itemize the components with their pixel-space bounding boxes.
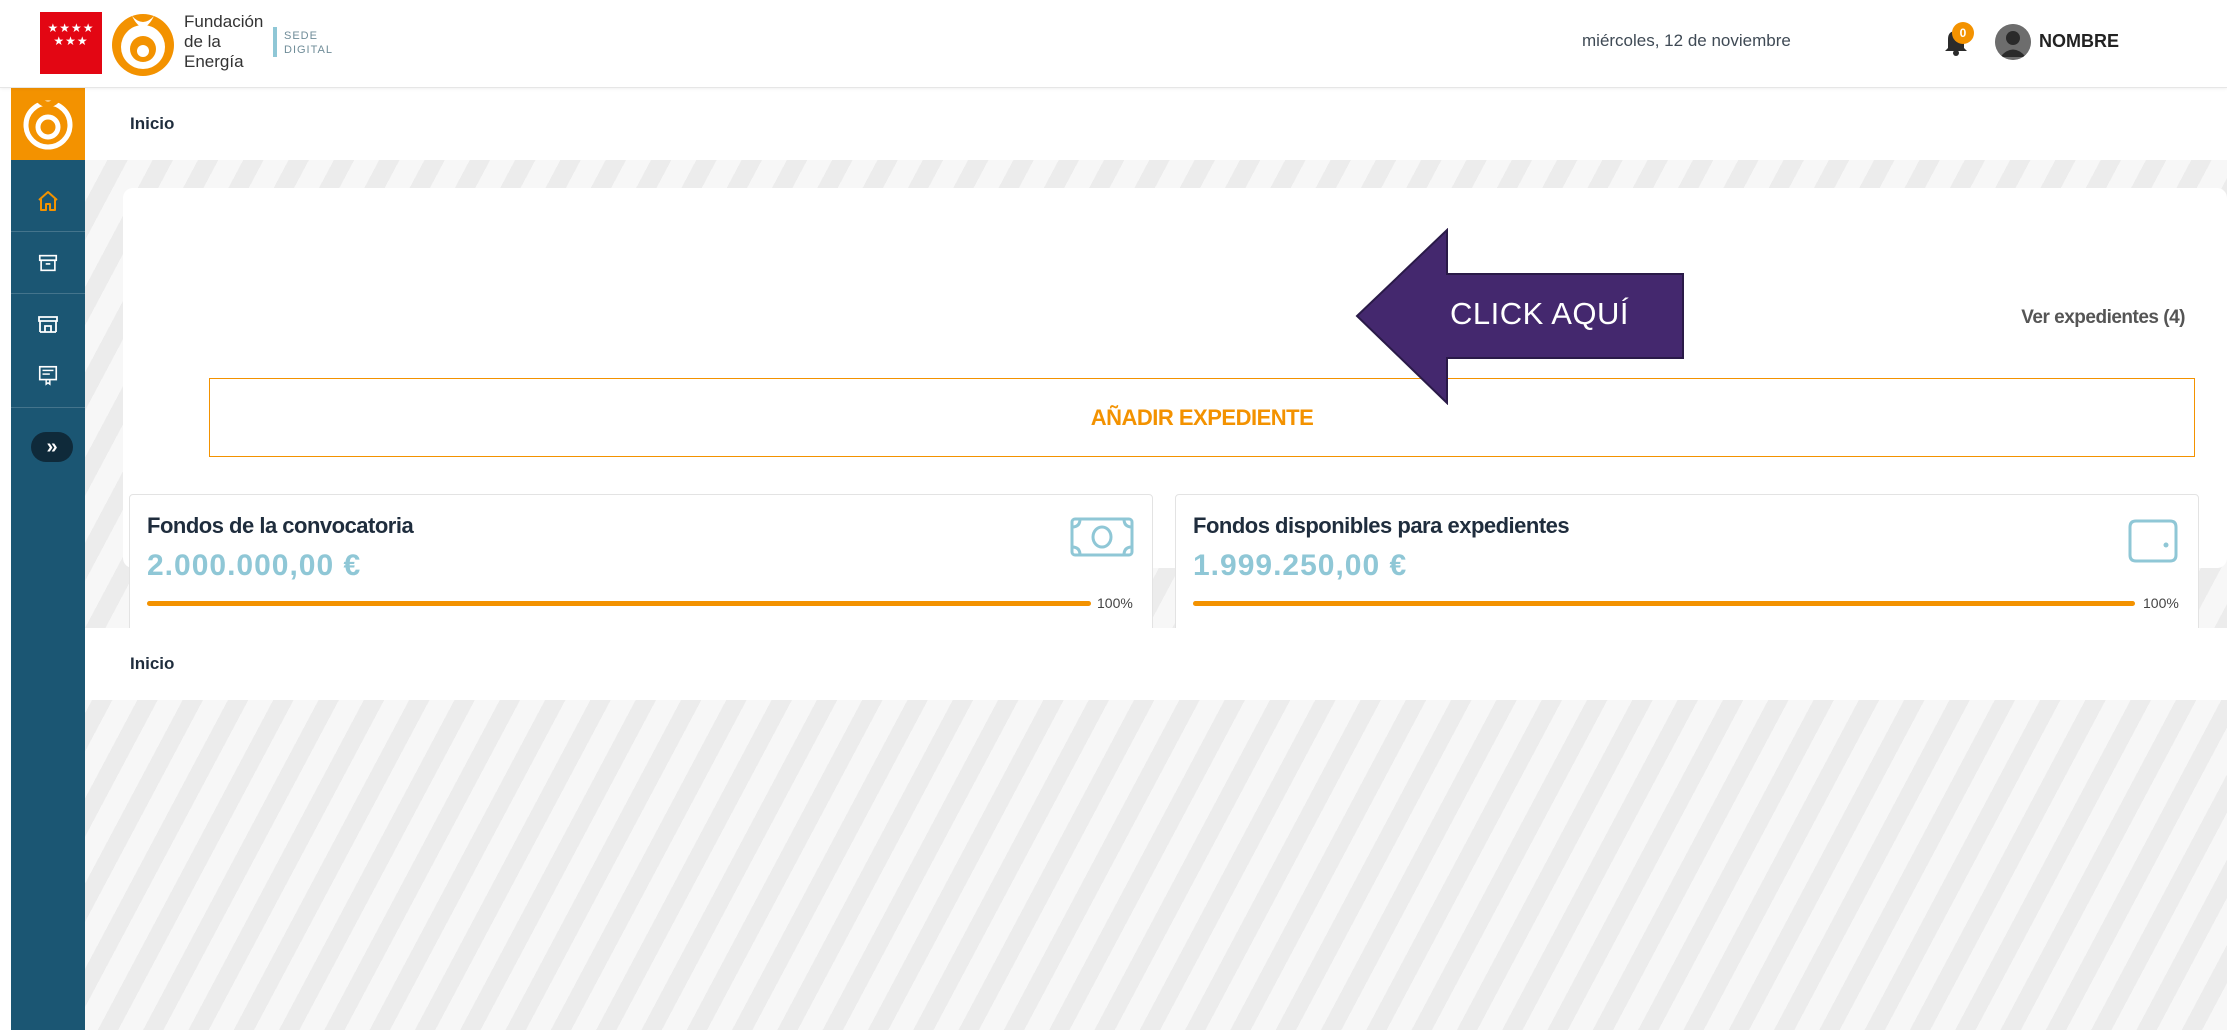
progress-percent: 100% [2143, 595, 2179, 611]
brand-line-2: de la [184, 32, 221, 51]
breadcrumb-secondary: Inicio [85, 628, 2227, 700]
dashboard-panel: Ver expedientes (4) AÑADIR EXPEDIENTE Fo… [123, 188, 2227, 636]
brand-name: Fundación de la Energía [184, 12, 263, 72]
add-expediente-button[interactable]: AÑADIR EXPEDIENTE [209, 378, 2195, 457]
add-expediente-label: AÑADIR EXPEDIENTE [1090, 404, 1314, 430]
sidebar-item-certificados[interactable] [11, 345, 85, 405]
click-here-label: CLICK AQUÍ [1450, 296, 1629, 331]
avatar[interactable] [1995, 24, 2031, 60]
brand-line-1: Fundación [184, 12, 264, 31]
notification-badge[interactable]: 0 [1952, 22, 1974, 44]
comunidad-madrid-flag-logo: ★★★★ ★★★ [40, 12, 102, 74]
archive-icon [38, 254, 58, 272]
progress-fill [1193, 601, 2135, 606]
sede-line-1: SEDE [284, 30, 318, 42]
card-amount: 1.999.250,00 € [1193, 549, 1408, 582]
user-icon [1995, 24, 2031, 60]
progress-percent: 100% [1097, 595, 1133, 611]
sede-digital-label: SEDE DIGITAL [284, 29, 333, 57]
brand-line-3: Energía [184, 52, 244, 71]
sidebar-divider [11, 231, 85, 232]
fundacion-logo-icon [23, 97, 73, 150]
breadcrumb: Inicio [85, 88, 2227, 160]
home-icon [38, 191, 58, 211]
breadcrumb-inicio[interactable]: Inicio [130, 114, 174, 134]
progress-bar [1193, 601, 2135, 606]
wallet-icon [2128, 519, 2178, 563]
fundacion-energia-logo [112, 14, 174, 76]
sidebar-item-inicio[interactable] [11, 171, 85, 231]
progress-bar [147, 601, 1091, 606]
sede-line-2: DIGITAL [284, 44, 333, 56]
fondos-disponibles-card: Fondos disponibles para expedientes 1.99… [1175, 494, 2199, 636]
main-content: Inicio Ver expedientes (4) AÑADIR EXPEDI… [85, 88, 2227, 1030]
fondos-convocatoria-card: Fondos de la convocatoria 2.000.000,00 €… [129, 494, 1153, 636]
certificate-icon [38, 365, 58, 386]
top-header: ★★★★ ★★★ Fundación de la Energía SEDE DIG… [0, 0, 2227, 88]
sidebar-divider [11, 407, 85, 408]
ver-expedientes-link[interactable]: Ver expedientes (4) [2021, 307, 2185, 329]
sidebar-item-expedientes[interactable] [11, 233, 85, 293]
brand-divider [273, 27, 277, 57]
left-edge-strip [0, 87, 11, 1030]
card-title: Fondos disponibles para expedientes [1193, 513, 1570, 538]
sidebar-logo[interactable] [11, 87, 85, 160]
card-title: Fondos de la convocatoria [147, 513, 414, 538]
breadcrumb-inicio-secondary[interactable]: Inicio [130, 654, 174, 674]
card-amount: 2.000.000,00 € [147, 549, 362, 582]
user-name[interactable]: NOMBRE [2039, 31, 2119, 52]
sidebar: » [11, 87, 85, 1030]
store-icon [38, 316, 58, 333]
sidebar-expand-button[interactable]: » [31, 432, 73, 462]
progress-fill [147, 601, 1091, 606]
money-bill-icon [1070, 517, 1134, 557]
current-date: miércoles, 12 de noviembre [1582, 31, 1791, 50]
